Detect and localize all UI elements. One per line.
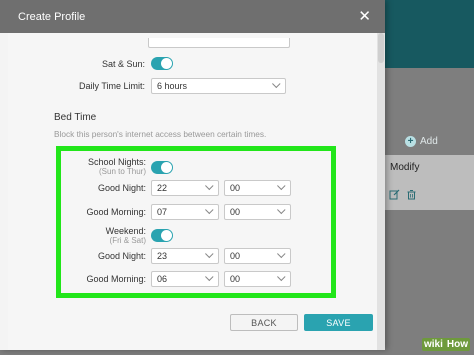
chevron-down-icon	[205, 181, 214, 191]
school-good-night-min: 00	[230, 183, 241, 193]
school-good-night-hour: 22	[157, 183, 168, 193]
weekend-good-morning-hour: 06	[157, 274, 168, 284]
chevron-down-icon	[277, 205, 286, 215]
school-good-night-hour-select[interactable]: 22	[151, 180, 219, 196]
scrollbar[interactable]	[377, 33, 385, 350]
daily-time-limit-value: 6 hours	[157, 81, 188, 91]
chevron-down-icon	[205, 272, 214, 282]
school-good-morning-hour: 07	[157, 207, 168, 217]
weekend-good-night-min: 00	[230, 251, 241, 261]
school-good-morning-label: Good Morning:	[86, 207, 146, 217]
row-actions	[389, 187, 417, 200]
add-label: Add	[420, 136, 438, 147]
save-button[interactable]: SAVE	[304, 314, 373, 331]
daily-time-limit-label: Daily Time Limit:	[78, 81, 145, 91]
school-good-morning-min: 00	[230, 207, 241, 217]
delete-icon[interactable]	[406, 187, 417, 200]
modify-column-header: Modify	[390, 162, 420, 173]
chevron-down-icon	[205, 249, 214, 259]
school-good-morning-hour-select[interactable]: 07	[151, 204, 219, 220]
chevron-down-icon	[205, 205, 214, 215]
add-button[interactable]: + Add	[405, 136, 438, 147]
weekend-toggle[interactable]	[151, 229, 173, 242]
weekend-good-night-label: Good Night:	[97, 251, 146, 261]
wikihow-watermark: wiki How	[421, 338, 470, 351]
previous-select-partial[interactable]	[148, 38, 290, 48]
weekend-sublabel: (Fri & Sat)	[109, 236, 146, 245]
back-button[interactable]: BACK	[230, 314, 298, 331]
weekend-good-morning-label: Good Morning:	[86, 274, 146, 284]
watermark-wiki: wiki	[421, 338, 445, 351]
create-profile-modal: Create Profile ✕ Sat & Sun: Daily Time L…	[0, 0, 385, 350]
watermark-how: How	[444, 338, 470, 351]
school-nights-label: School Nights:	[87, 157, 146, 167]
chevron-down-icon	[277, 272, 286, 282]
school-nights-toggle[interactable]	[151, 161, 173, 174]
weekend-good-night-hour-select[interactable]: 23	[151, 248, 219, 264]
modal-title: Create Profile	[18, 10, 86, 23]
chevron-down-icon	[277, 249, 286, 259]
sat-sun-label: Sat & Sun:	[101, 58, 145, 69]
chevron-down-icon	[277, 181, 286, 191]
bed-time-title: Bed Time	[54, 112, 97, 123]
school-good-morning-min-select[interactable]: 00	[224, 204, 291, 220]
plus-icon: +	[405, 136, 416, 147]
school-good-night-label: Good Night:	[97, 183, 146, 193]
chevron-down-icon	[272, 79, 281, 89]
modal-title-bar: Create Profile ✕	[0, 0, 385, 33]
close-icon[interactable]: ✕	[358, 9, 371, 24]
scrollbar-thumb[interactable]	[378, 33, 384, 63]
weekend-good-night-hour: 23	[157, 251, 168, 261]
weekend-good-morning-min-select[interactable]: 00	[224, 271, 291, 287]
sat-sun-toggle[interactable]	[151, 57, 173, 70]
bed-time-description: Block this person's internet access betw…	[54, 129, 267, 139]
weekend-good-night-min-select[interactable]: 00	[224, 248, 291, 264]
daily-time-limit-select[interactable]: 6 hours	[151, 78, 286, 94]
school-good-night-min-select[interactable]: 00	[224, 180, 291, 196]
weekend-good-morning-hour-select[interactable]: 06	[151, 271, 219, 287]
edit-icon[interactable]	[389, 187, 400, 200]
weekend-good-morning-min: 00	[230, 274, 241, 284]
school-nights-sublabel: (Sun to Thur)	[99, 167, 146, 176]
weekend-label: Weekend:	[105, 226, 146, 236]
